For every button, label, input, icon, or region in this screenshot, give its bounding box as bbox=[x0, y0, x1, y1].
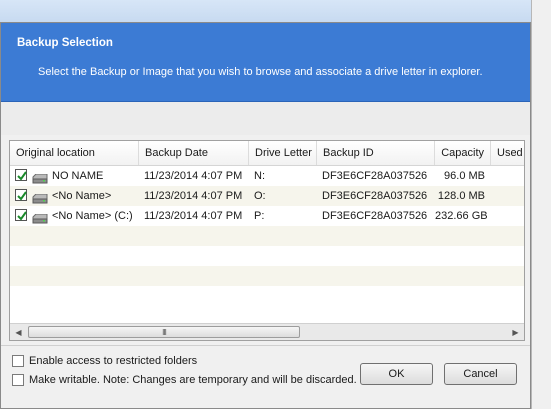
empty-row bbox=[10, 266, 524, 286]
column-header-original-location[interactable]: Original location bbox=[10, 141, 139, 165]
make-writable-label[interactable]: Make writable. Note: Changes are tempora… bbox=[29, 373, 357, 387]
backup-date-cell: 11/23/2014 4:07 PM bbox=[144, 190, 243, 202]
window-edge bbox=[531, 0, 551, 409]
used-space-cell: 128 bbox=[491, 186, 524, 206]
row-checkbox[interactable] bbox=[15, 209, 27, 221]
table-row[interactable]: NO NAME 11/23/2014 4:07 PM N: DF3E6CF28A037… bbox=[10, 166, 524, 186]
capacity-cell: 232.66 GB bbox=[435, 210, 488, 222]
original-location-cell: <No Name> bbox=[10, 186, 139, 206]
empty-row bbox=[10, 286, 524, 306]
drive-icon bbox=[32, 171, 48, 184]
location-text: NO NAME bbox=[52, 170, 104, 182]
drive-letter-cell: P: bbox=[254, 210, 265, 222]
scroll-left-arrow-icon[interactable]: ◀ bbox=[10, 324, 27, 340]
horizontal-scrollbar[interactable]: ◀ III ▶ bbox=[10, 323, 524, 340]
dialog-description: Select the Backup or Image that you wish… bbox=[38, 66, 483, 78]
backup-id-cell: DF3E6CF28A037526 bbox=[322, 190, 428, 202]
cancel-button[interactable]: Cancel bbox=[444, 363, 517, 385]
drive-letter-cell: O: bbox=[254, 190, 266, 202]
column-header-capacity[interactable]: Capacity bbox=[435, 141, 491, 165]
location-text: <No Name> (C:) bbox=[52, 210, 133, 222]
column-header-used-space[interactable]: Used S bbox=[491, 141, 524, 165]
drive-letter-cell: N: bbox=[254, 170, 265, 182]
empty-row bbox=[10, 246, 524, 266]
original-location-cell: <No Name> (C:) bbox=[10, 206, 139, 226]
options-separator bbox=[1, 345, 530, 346]
table-row[interactable]: <No Name> (C:) 11/23/2014 4:07 PM P: DF3E6C… bbox=[10, 206, 524, 226]
scroll-right-arrow-icon[interactable]: ▶ bbox=[507, 324, 524, 340]
checkmark-icon bbox=[17, 191, 27, 201]
drive-icon bbox=[32, 211, 48, 224]
empty-row bbox=[10, 226, 524, 246]
column-header-drive-letter[interactable]: Drive Letter bbox=[249, 141, 317, 165]
list-header: Original location Backup Date Drive Lett… bbox=[10, 141, 524, 166]
original-location-cell: NO NAME bbox=[10, 166, 139, 186]
row-checkbox[interactable] bbox=[15, 189, 27, 201]
checkmark-icon bbox=[17, 171, 27, 181]
backup-selection-dialog: Backup Selection Select the Backup or Im… bbox=[0, 22, 531, 409]
dialog-header: Backup Selection Select the Backup or Im… bbox=[1, 23, 530, 102]
backup-id-cell: DF3E6CF28A037526 bbox=[322, 170, 428, 182]
restricted-folders-checkbox[interactable] bbox=[12, 355, 24, 367]
table-row[interactable]: <No Name> 11/23/2014 4:07 PM O: DF3E6CF28A0… bbox=[10, 186, 524, 206]
location-text: <No Name> bbox=[52, 190, 112, 202]
drive-icon bbox=[32, 191, 48, 204]
backup-date-cell: 11/23/2014 4:07 PM bbox=[144, 210, 243, 222]
ok-button[interactable]: OK bbox=[360, 363, 433, 385]
header-band bbox=[1, 102, 530, 135]
used-space-cell: 41 bbox=[491, 206, 524, 226]
make-writable-checkbox[interactable] bbox=[12, 374, 24, 386]
backup-date-cell: 11/23/2014 4:07 PM bbox=[144, 170, 243, 182]
used-space-cell: 17 bbox=[491, 166, 524, 186]
scroll-thumb[interactable]: III bbox=[28, 326, 300, 338]
restricted-folders-label[interactable]: Enable access to restricted folders bbox=[29, 354, 197, 368]
capacity-cell: 96.0 MB bbox=[444, 170, 485, 182]
window-title-bar bbox=[0, 0, 541, 24]
checkmark-icon bbox=[17, 211, 27, 221]
column-header-backup-id[interactable]: Backup ID bbox=[317, 141, 435, 165]
dialog-title: Backup Selection bbox=[17, 37, 113, 49]
row-checkbox[interactable] bbox=[15, 169, 27, 181]
capacity-cell: 128.0 MB bbox=[437, 190, 485, 202]
column-header-backup-date[interactable]: Backup Date bbox=[139, 141, 249, 165]
backup-id-cell: DF3E6CF28A037526 bbox=[322, 210, 428, 222]
backup-list[interactable]: Original location Backup Date Drive Lett… bbox=[9, 140, 525, 341]
